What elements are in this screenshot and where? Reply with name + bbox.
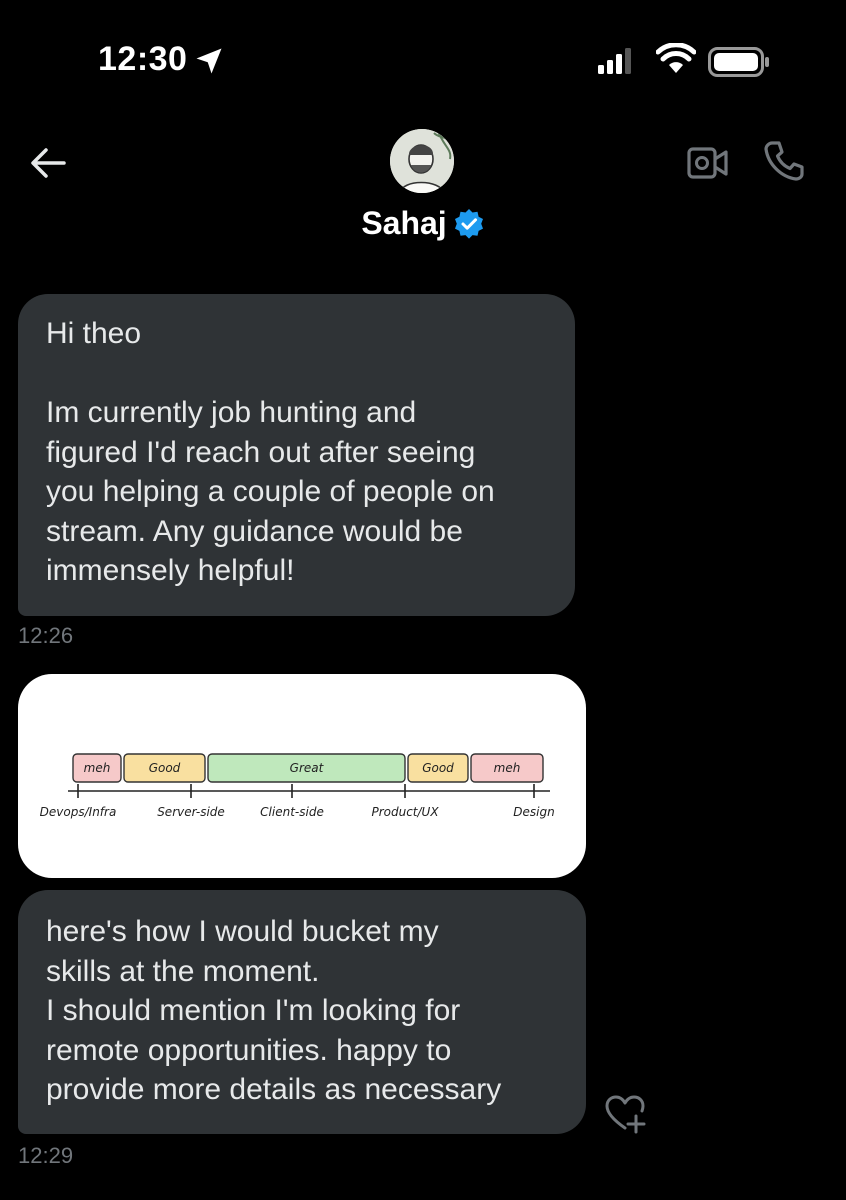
- message-line: figured I'd reach out after seeing: [46, 435, 476, 469]
- bucket-label: Great: [290, 761, 325, 775]
- message-line: skills at the moment.: [46, 954, 320, 988]
- battery-icon: [708, 47, 769, 77]
- back-arrow-icon[interactable]: [28, 143, 68, 183]
- avatar-portrait-icon: [390, 129, 454, 193]
- message-line: you helping a couple of people on: [46, 475, 495, 508]
- location-arrow-icon: [196, 48, 222, 74]
- axis-label: Devops/Infra: [40, 805, 117, 819]
- message-timestamp: 12:29: [18, 1143, 74, 1168]
- message-line: immensely helpful!: [46, 554, 295, 587]
- status-bar: 12:30: [0, 0, 846, 115]
- verified-badge-icon: [454, 208, 483, 239]
- message-line: Im currently job hunting and: [46, 396, 417, 429]
- message-timestamp: 12:26: [18, 623, 74, 648]
- message-line: I should mention I'm looking for: [46, 994, 461, 1027]
- cellular-signal-icon: [598, 48, 631, 74]
- message-line: remote opportunities. happy to: [46, 1033, 452, 1067]
- axis-label: Client-side: [260, 805, 324, 819]
- conversation-header: Sahaj: [0, 115, 846, 260]
- bucket-label: Good: [422, 761, 454, 775]
- avatar[interactable]: [390, 129, 454, 193]
- skills-bucket-chart: meh Good Great Good meh Devops/Infra Server-si…: [40, 753, 555, 819]
- axis-label: Design: [513, 805, 554, 819]
- add-reaction-heart-icon[interactable]: [604, 1094, 646, 1134]
- axis-label: Product/UX: [371, 805, 439, 819]
- wifi-icon: [656, 43, 696, 73]
- contact-name-row: Sahaj: [0, 205, 846, 242]
- message-line: provide more details as necessary: [46, 1073, 502, 1106]
- contact-name[interactable]: Sahaj: [361, 205, 446, 241]
- message-thread: Hi theo Im currently job hunting and fig…: [0, 260, 846, 1200]
- status-time: 12:30: [98, 40, 188, 78]
- message-line: Hi theo: [46, 317, 142, 350]
- bucket-label: meh: [84, 761, 111, 775]
- bucket-label: Good: [149, 761, 181, 775]
- image-attachment[interactable]: meh Good Great Good meh Devops/Infra Server-si…: [18, 674, 586, 878]
- axis-label: Server-side: [157, 805, 225, 819]
- phone-icon[interactable]: [762, 139, 806, 183]
- message-line: here's how I would bucket my: [46, 915, 439, 948]
- bucket-label: meh: [494, 761, 521, 775]
- video-call-icon[interactable]: [686, 145, 730, 181]
- message-line: stream. Any guidance would be: [46, 514, 463, 548]
- message-bubble[interactable]: Hi theo Im currently job hunting and fig…: [18, 294, 575, 616]
- message-bubble[interactable]: here's how I would bucket my skills at t…: [18, 890, 586, 1134]
